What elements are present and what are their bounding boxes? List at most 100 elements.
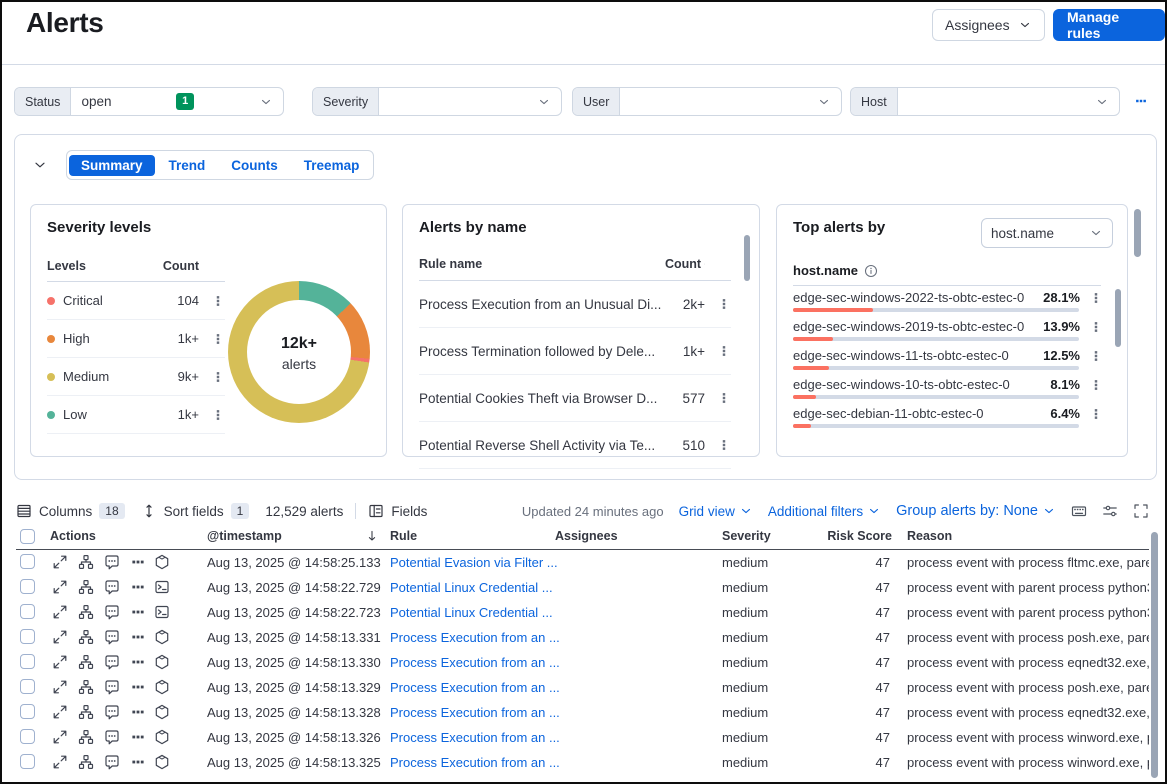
collapse-section-icon[interactable] — [32, 157, 48, 173]
more-actions-icon[interactable] — [130, 679, 146, 695]
reason-column-header[interactable]: Reason — [907, 529, 952, 543]
analyzer-icon[interactable] — [78, 579, 94, 595]
expand-alert-icon[interactable] — [52, 579, 68, 595]
rule-link[interactable]: Process Execution from an ... — [390, 725, 565, 750]
tab-treemap[interactable]: Treemap — [292, 155, 372, 176]
manage-rules-button[interactable]: Manage rules — [1053, 9, 1165, 41]
sort-down-icon[interactable] — [365, 529, 379, 543]
event-type-icon[interactable] — [154, 704, 170, 720]
rule-link[interactable]: Potential Linux Credential ... — [390, 575, 565, 600]
count-column[interactable]: Count — [665, 257, 705, 271]
assignees-button[interactable]: Assignees — [932, 9, 1045, 41]
expand-alert-icon[interactable] — [52, 679, 68, 695]
stack-by-select[interactable]: host.name — [981, 218, 1113, 248]
scrollbar-thumb[interactable] — [1134, 209, 1141, 257]
more-actions-icon[interactable] — [130, 629, 146, 645]
event-type-icon[interactable] — [154, 729, 170, 745]
scrollbar-thumb[interactable] — [1115, 289, 1121, 347]
host-filter[interactable]: Host — [850, 87, 1120, 116]
rule-link[interactable]: Potential Evasion via Filter ... — [390, 550, 565, 575]
comment-icon[interactable] — [104, 679, 120, 695]
risk-score-column-header[interactable]: Risk Score — [806, 529, 892, 543]
event-type-icon[interactable] — [154, 654, 170, 670]
tab-trend[interactable]: Trend — [157, 155, 218, 176]
row-checkbox[interactable] — [20, 729, 35, 744]
row-actions-icon[interactable] — [1089, 349, 1103, 363]
expand-alert-icon[interactable] — [52, 554, 68, 570]
expand-alert-icon[interactable] — [52, 754, 68, 770]
rule-link[interactable]: Process Execution from an ... — [390, 675, 565, 700]
group-alerts-by-button[interactable]: Group alerts by: None — [896, 503, 1056, 519]
analyzer-icon[interactable] — [78, 604, 94, 620]
analyzer-icon[interactable] — [78, 679, 94, 695]
fields-button[interactable]: Fields — [368, 503, 427, 519]
row-checkbox[interactable] — [20, 554, 35, 569]
row-actions-icon[interactable] — [1089, 378, 1103, 392]
event-type-icon[interactable] — [154, 604, 170, 620]
keyboard-shortcuts-icon[interactable] — [1071, 503, 1087, 519]
columns-button[interactable]: Columns 18 — [16, 503, 125, 519]
comment-icon[interactable] — [104, 729, 120, 745]
row-actions-icon[interactable] — [211, 332, 225, 346]
fullscreen-icon[interactable] — [1133, 503, 1149, 519]
assignees-column-header[interactable]: Assignees — [555, 529, 618, 543]
severity-filter[interactable]: Severity — [312, 87, 562, 116]
row-checkbox[interactable] — [20, 629, 35, 644]
row-actions-icon[interactable] — [1089, 407, 1103, 421]
expand-alert-icon[interactable] — [52, 654, 68, 670]
rule-link[interactable]: Process Execution from an ... — [390, 650, 565, 675]
rule-link[interactable]: Process Execution from an ... — [390, 700, 565, 725]
more-actions-icon[interactable] — [130, 604, 146, 620]
row-actions-icon[interactable] — [717, 438, 731, 452]
tab-summary[interactable]: Summary — [69, 155, 155, 176]
expand-alert-icon[interactable] — [52, 729, 68, 745]
event-type-icon[interactable] — [154, 554, 170, 570]
row-actions-icon[interactable] — [717, 297, 731, 311]
analyzer-icon[interactable] — [78, 654, 94, 670]
row-checkbox[interactable] — [20, 654, 35, 669]
more-actions-icon[interactable] — [130, 704, 146, 720]
more-filters-icon[interactable] — [1134, 94, 1148, 108]
row-checkbox[interactable] — [20, 754, 35, 769]
more-actions-icon[interactable] — [130, 654, 146, 670]
display-options-icon[interactable] — [1102, 503, 1118, 519]
more-actions-icon[interactable] — [130, 729, 146, 745]
row-actions-icon[interactable] — [211, 408, 225, 422]
comment-icon[interactable] — [104, 604, 120, 620]
row-actions-icon[interactable] — [211, 370, 225, 384]
event-type-icon[interactable] — [154, 629, 170, 645]
rule-link[interactable]: Potential Linux Credential ... — [390, 600, 565, 625]
select-all-checkbox[interactable] — [20, 529, 35, 544]
row-checkbox[interactable] — [20, 679, 35, 694]
comment-icon[interactable] — [104, 654, 120, 670]
user-filter[interactable]: User — [572, 87, 842, 116]
row-actions-icon[interactable] — [717, 391, 731, 405]
status-filter[interactable]: Status open 1 — [14, 87, 284, 116]
scrollbar-thumb[interactable] — [744, 235, 750, 281]
timestamp-column-header[interactable]: @timestamp — [207, 529, 282, 543]
grid-view-button[interactable]: Grid view — [679, 504, 753, 519]
analyzer-icon[interactable] — [78, 704, 94, 720]
severity-column-header[interactable]: Severity — [722, 529, 771, 543]
row-checkbox[interactable] — [20, 579, 35, 594]
row-actions-icon[interactable] — [1089, 291, 1103, 305]
analyzer-icon[interactable] — [78, 729, 94, 745]
row-actions-icon[interactable] — [1089, 320, 1103, 334]
expand-alert-icon[interactable] — [52, 629, 68, 645]
analyzer-icon[interactable] — [78, 629, 94, 645]
row-checkbox[interactable] — [20, 604, 35, 619]
scrollbar-thumb[interactable] — [1151, 532, 1158, 778]
tab-counts[interactable]: Counts — [219, 155, 290, 176]
comment-icon[interactable] — [104, 629, 120, 645]
comment-icon[interactable] — [104, 754, 120, 770]
analyzer-icon[interactable] — [78, 554, 94, 570]
rule-link[interactable]: Process Execution from an ... — [390, 750, 565, 775]
comment-icon[interactable] — [104, 579, 120, 595]
analyzer-icon[interactable] — [78, 754, 94, 770]
info-icon[interactable] — [864, 264, 878, 278]
comment-icon[interactable] — [104, 554, 120, 570]
more-actions-icon[interactable] — [130, 554, 146, 570]
row-checkbox[interactable] — [20, 704, 35, 719]
event-type-icon[interactable] — [154, 679, 170, 695]
event-type-icon[interactable] — [154, 579, 170, 595]
